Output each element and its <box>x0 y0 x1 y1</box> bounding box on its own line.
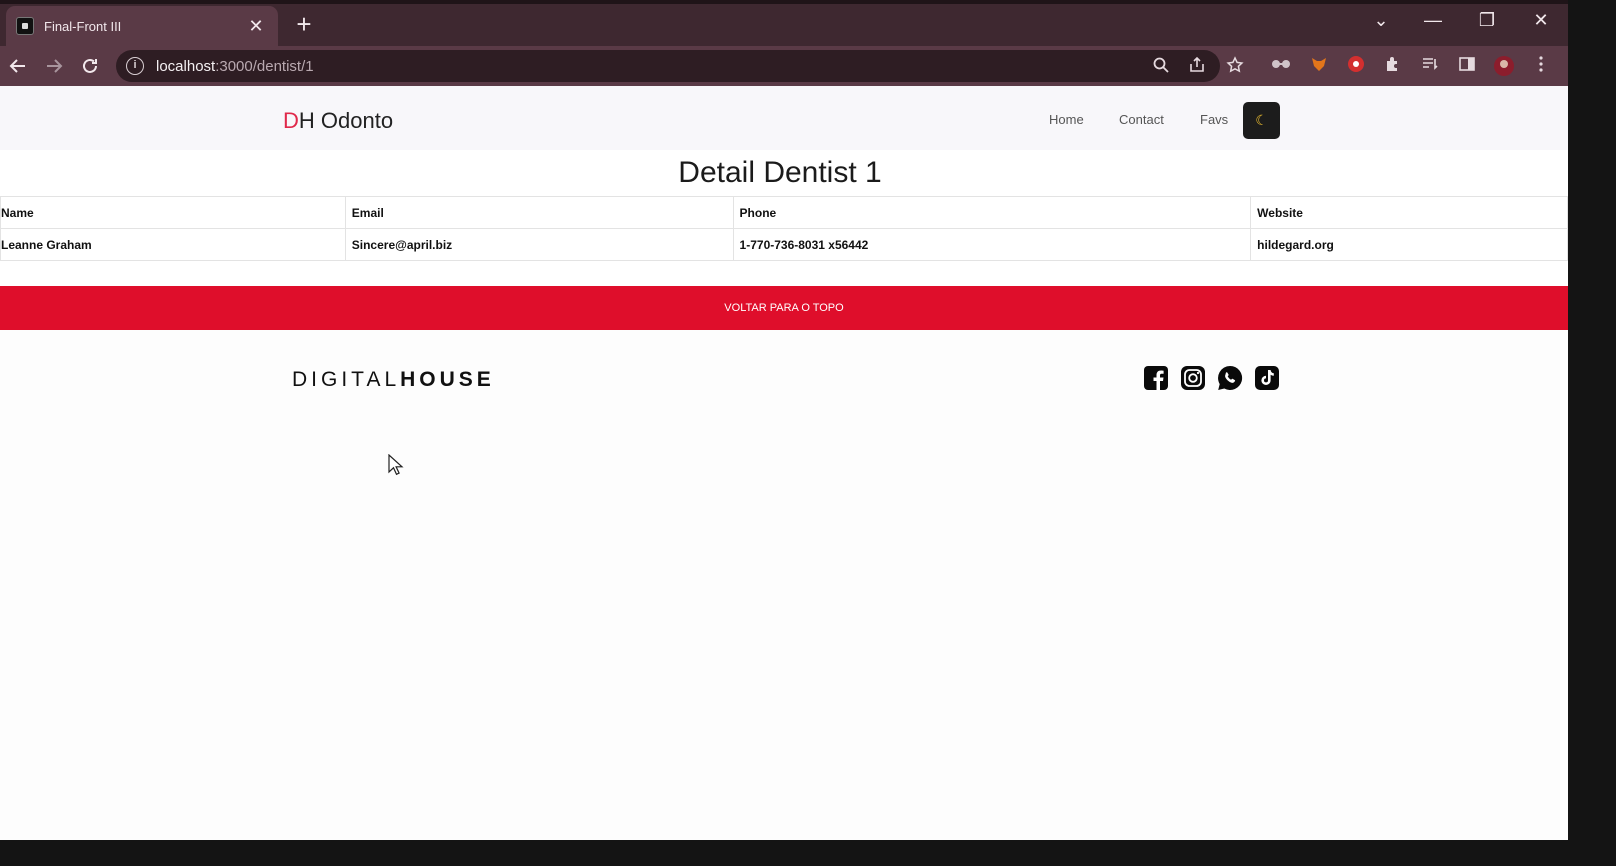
instagram-icon[interactable] <box>1180 365 1206 391</box>
zoom-icon[interactable] <box>1150 56 1172 78</box>
screen-edge <box>1568 0 1616 866</box>
url-path: :3000/dentist/1 <box>215 57 314 75</box>
extensions-puzzle-icon[interactable] <box>1382 55 1404 77</box>
nav-contact-link[interactable]: Contact <box>1119 112 1164 127</box>
brand-first-letter: D <box>283 108 299 133</box>
screen-edge-bottom <box>0 840 1616 866</box>
theme-toggle-button[interactable]: ☾ <box>1243 102 1280 139</box>
extension-red-icon[interactable] <box>1345 55 1367 77</box>
header-website: Website <box>1250 196 1568 229</box>
url-host: localhost <box>156 57 216 75</box>
toolbar: i localhost:3000/dentist/1 <box>0 46 1568 86</box>
brand-logo[interactable]: DH Odonto <box>283 108 393 134</box>
back-icon[interactable] <box>4 52 32 80</box>
new-tab-button[interactable]: + <box>290 10 318 38</box>
mouse-cursor-icon <box>388 454 404 476</box>
page-title: Detail Dentist 1 <box>678 156 882 189</box>
tiktok-icon[interactable] <box>1254 365 1280 391</box>
cell-email: Sincere@april.biz <box>344 228 734 261</box>
table-row: Leanne Graham Sincere@april.biz 1-770-73… <box>0 228 1568 261</box>
nav-favs-link[interactable]: Favs <box>1200 112 1228 127</box>
browser-window: Final-Front III ✕ + ⌄ — ❐ ✕ i localhost:… <box>0 0 1568 840</box>
forward-icon[interactable] <box>40 52 68 80</box>
whatsapp-icon[interactable] <box>1217 365 1243 391</box>
dentist-detail-table: Name Email Phone Website Leanne Graham S… <box>0 196 1568 261</box>
brand-rest: H Odonto <box>298 108 394 133</box>
tab-title: Final-Front III <box>44 18 122 34</box>
bookmark-star-icon[interactable] <box>1224 56 1246 78</box>
web-page: DH Odonto Home Contact Favs ☾ Detail Den… <box>0 86 1568 840</box>
minimize-button[interactable]: — <box>1418 10 1448 31</box>
reload-icon[interactable] <box>76 52 104 80</box>
cell-website: hildegard.org <box>1250 228 1568 261</box>
digitalhouse-logo: DIGITALHOUSE <box>292 368 495 392</box>
cell-phone: 1-770-736-8031 x56442 <box>732 228 1252 261</box>
tab-bar: Final-Front III ✕ + ⌄ — ❐ ✕ <box>0 0 1568 46</box>
address-bar[interactable]: i localhost:3000/dentist/1 <box>116 50 1244 82</box>
nav-home-link[interactable]: Home <box>1049 112 1084 127</box>
menu-kebab-icon[interactable] <box>1530 55 1552 77</box>
header-email: Email <box>344 196 734 229</box>
logo-light-text: DIGITAL <box>292 368 401 391</box>
close-window-button[interactable]: ✕ <box>1526 10 1556 31</box>
share-icon[interactable] <box>1186 56 1208 78</box>
facebook-icon[interactable] <box>1143 365 1169 391</box>
browser-tab[interactable]: Final-Front III ✕ <box>6 6 278 46</box>
header-phone: Phone <box>732 196 1252 229</box>
profile-avatar[interactable] <box>1493 55 1515 77</box>
extension-glasses-icon[interactable] <box>1270 55 1292 77</box>
reading-list-icon[interactable] <box>1419 55 1441 77</box>
close-tab-icon[interactable]: ✕ <box>244 16 268 37</box>
site-navbar: DH Odonto Home Contact Favs ☾ <box>0 86 1568 150</box>
back-to-top-button[interactable]: VOLTAR PARA O TOPO <box>0 286 1568 330</box>
tab-search-icon[interactable]: ⌄ <box>1366 10 1396 31</box>
site-info-icon[interactable]: i <box>126 57 144 75</box>
table-header-row: Name Email Phone Website <box>0 196 1568 229</box>
moon-icon: ☾ <box>1255 112 1268 128</box>
favicon-icon <box>16 17 34 35</box>
logo-bold-text: HOUSE <box>400 368 495 391</box>
cell-name: Leanne Graham <box>0 228 346 261</box>
header-name: Name <box>0 196 346 229</box>
footer <box>0 330 1568 840</box>
side-panel-icon[interactable] <box>1456 55 1478 77</box>
restore-button[interactable]: ❐ <box>1472 10 1502 31</box>
extension-fox-icon[interactable] <box>1308 55 1330 77</box>
